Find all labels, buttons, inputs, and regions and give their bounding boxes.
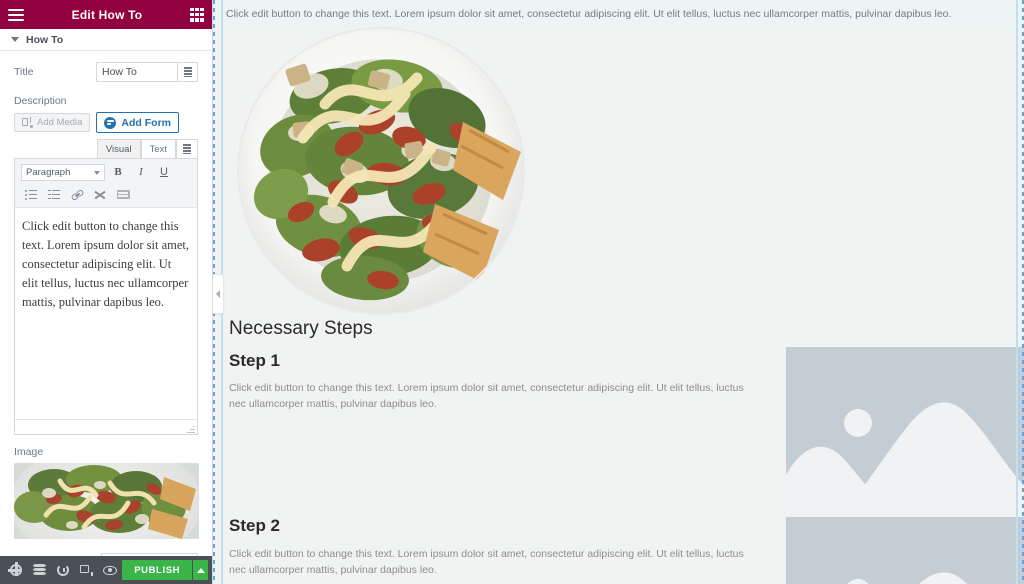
caesar-salad-plate-photo (237, 26, 525, 316)
preview-canvas: Click edit button to change this text. L… (213, 0, 1024, 584)
description-label: Description (14, 95, 67, 107)
panel-collapse-handle[interactable] (213, 274, 224, 314)
publish-button[interactable]: PUBLISH (122, 560, 193, 580)
add-media-button[interactable]: Add Media (14, 113, 91, 132)
responsive-mode-button[interactable] (75, 556, 99, 584)
step-1-placeholder-image[interactable] (786, 347, 1024, 512)
image-size-row: Image Size Full (14, 553, 198, 556)
navigator-button[interactable] (28, 556, 52, 584)
fullscreen-button[interactable] (90, 186, 110, 203)
expand-arrows-icon (94, 190, 106, 200)
step-2-placeholder-image[interactable] (786, 517, 1024, 584)
italic-label: I (139, 166, 143, 178)
underline-label: U (160, 166, 168, 178)
panel-footer-toolbar: PUBLISH (0, 556, 212, 584)
heading-necessary-steps[interactable]: Necessary Steps (229, 318, 373, 340)
image-size-select[interactable]: Full (101, 553, 198, 556)
layers-icon (32, 564, 46, 576)
bulleted-list-icon (25, 189, 37, 200)
toggle-toolbar-button[interactable] (113, 186, 133, 203)
grid-widgets-icon[interactable] (190, 7, 204, 22)
bold-label: B (114, 166, 122, 178)
intro-text-widget[interactable]: Click edit button to change this text. L… (223, 0, 1016, 27)
editor-sidebar-panel: Edit How To How To Title Description (0, 0, 213, 584)
text-step-2[interactable]: Click edit button to change this text. L… (229, 546, 745, 579)
panel-title: Edit How To (71, 7, 143, 22)
salad-thumbnail-graphic (14, 463, 199, 539)
editor-toolbar: Paragraph B I U (15, 159, 197, 208)
canvas-content: Click edit button to change this text. L… (223, 0, 1024, 584)
add-media-label: Add Media (37, 117, 83, 128)
hero-salad-image[interactable] (237, 26, 525, 316)
panel-body: Title Description Add Media Add Form Vi (0, 51, 212, 556)
heading-step-1[interactable]: Step 1 (229, 351, 280, 371)
history-button[interactable] (51, 556, 75, 584)
paragraph-format-select[interactable]: Paragraph (21, 164, 105, 181)
add-form-button[interactable]: Add Form (96, 112, 179, 133)
numbered-list-button[interactable] (44, 186, 64, 203)
eye-preview-icon (103, 565, 118, 575)
bulleted-list-button[interactable] (21, 186, 41, 203)
column-guide-right (1016, 0, 1018, 584)
gear-icon (7, 562, 22, 576)
settings-button[interactable] (4, 556, 28, 584)
chevron-down-icon (11, 37, 19, 42)
section-accordion-howto[interactable]: How To (0, 29, 212, 51)
media-buttons-row: Add Media Add Form (14, 112, 198, 133)
editor-delete-button[interactable] (176, 139, 198, 158)
wysiwyg-editor: Paragraph B I U Click edit button to cha… (14, 158, 198, 435)
insert-link-button[interactable] (67, 186, 87, 203)
add-form-label: Add Form (121, 116, 171, 129)
responsive-mode-icon (80, 564, 94, 576)
hamburger-menu-icon[interactable] (8, 8, 24, 21)
form-icon (104, 116, 117, 129)
heading-step-2[interactable]: Step 2 (229, 516, 280, 536)
bold-button[interactable]: B (108, 164, 128, 181)
link-icon (69, 187, 85, 203)
toolbar-row-1: Paragraph B I U (21, 164, 191, 181)
keyboard-toolbar-icon (116, 190, 130, 199)
image-thumbnail[interactable] (14, 463, 199, 539)
title-label: Title (14, 66, 34, 78)
chevron-up-icon (196, 567, 205, 573)
elementor-editor-root: Edit How To How To Title Description (0, 0, 1024, 584)
image-placeholder-mountains-icon (786, 517, 1024, 584)
panel-header: Edit How To (0, 0, 212, 29)
chevron-left-icon (216, 290, 220, 298)
chevron-down-icon (94, 170, 100, 175)
text-step-1[interactable]: Click edit button to change this text. L… (229, 380, 745, 413)
title-input[interactable] (96, 62, 178, 82)
tab-visual[interactable]: Visual (96, 139, 141, 158)
intro-text: Click edit button to change this text. L… (226, 7, 952, 20)
editor-tabs: Visual Text (14, 139, 198, 158)
trash-icon (183, 67, 192, 77)
tab-text[interactable]: Text (140, 139, 176, 158)
numbered-list-icon (48, 189, 60, 200)
media-icon (22, 117, 33, 128)
preview-button[interactable] (99, 556, 123, 584)
editor-footer (15, 419, 197, 434)
underline-button[interactable]: U (154, 164, 174, 181)
image-placeholder-mountains-icon (786, 347, 1024, 512)
editor-content-area[interactable]: Click edit button to change this text. L… (15, 208, 197, 419)
toolbar-row-2 (21, 186, 191, 203)
publish-options-button[interactable] (193, 560, 208, 580)
section-label: How To (26, 33, 64, 46)
delete-title-button[interactable] (178, 62, 198, 82)
history-icon (57, 564, 70, 576)
italic-button[interactable]: I (131, 164, 151, 181)
paragraph-format-value: Paragraph (26, 167, 71, 178)
trash-icon (183, 144, 191, 154)
editor-resize-handle[interactable] (187, 425, 195, 433)
image-label: Image (14, 446, 44, 458)
title-field-row: Title (14, 62, 198, 82)
